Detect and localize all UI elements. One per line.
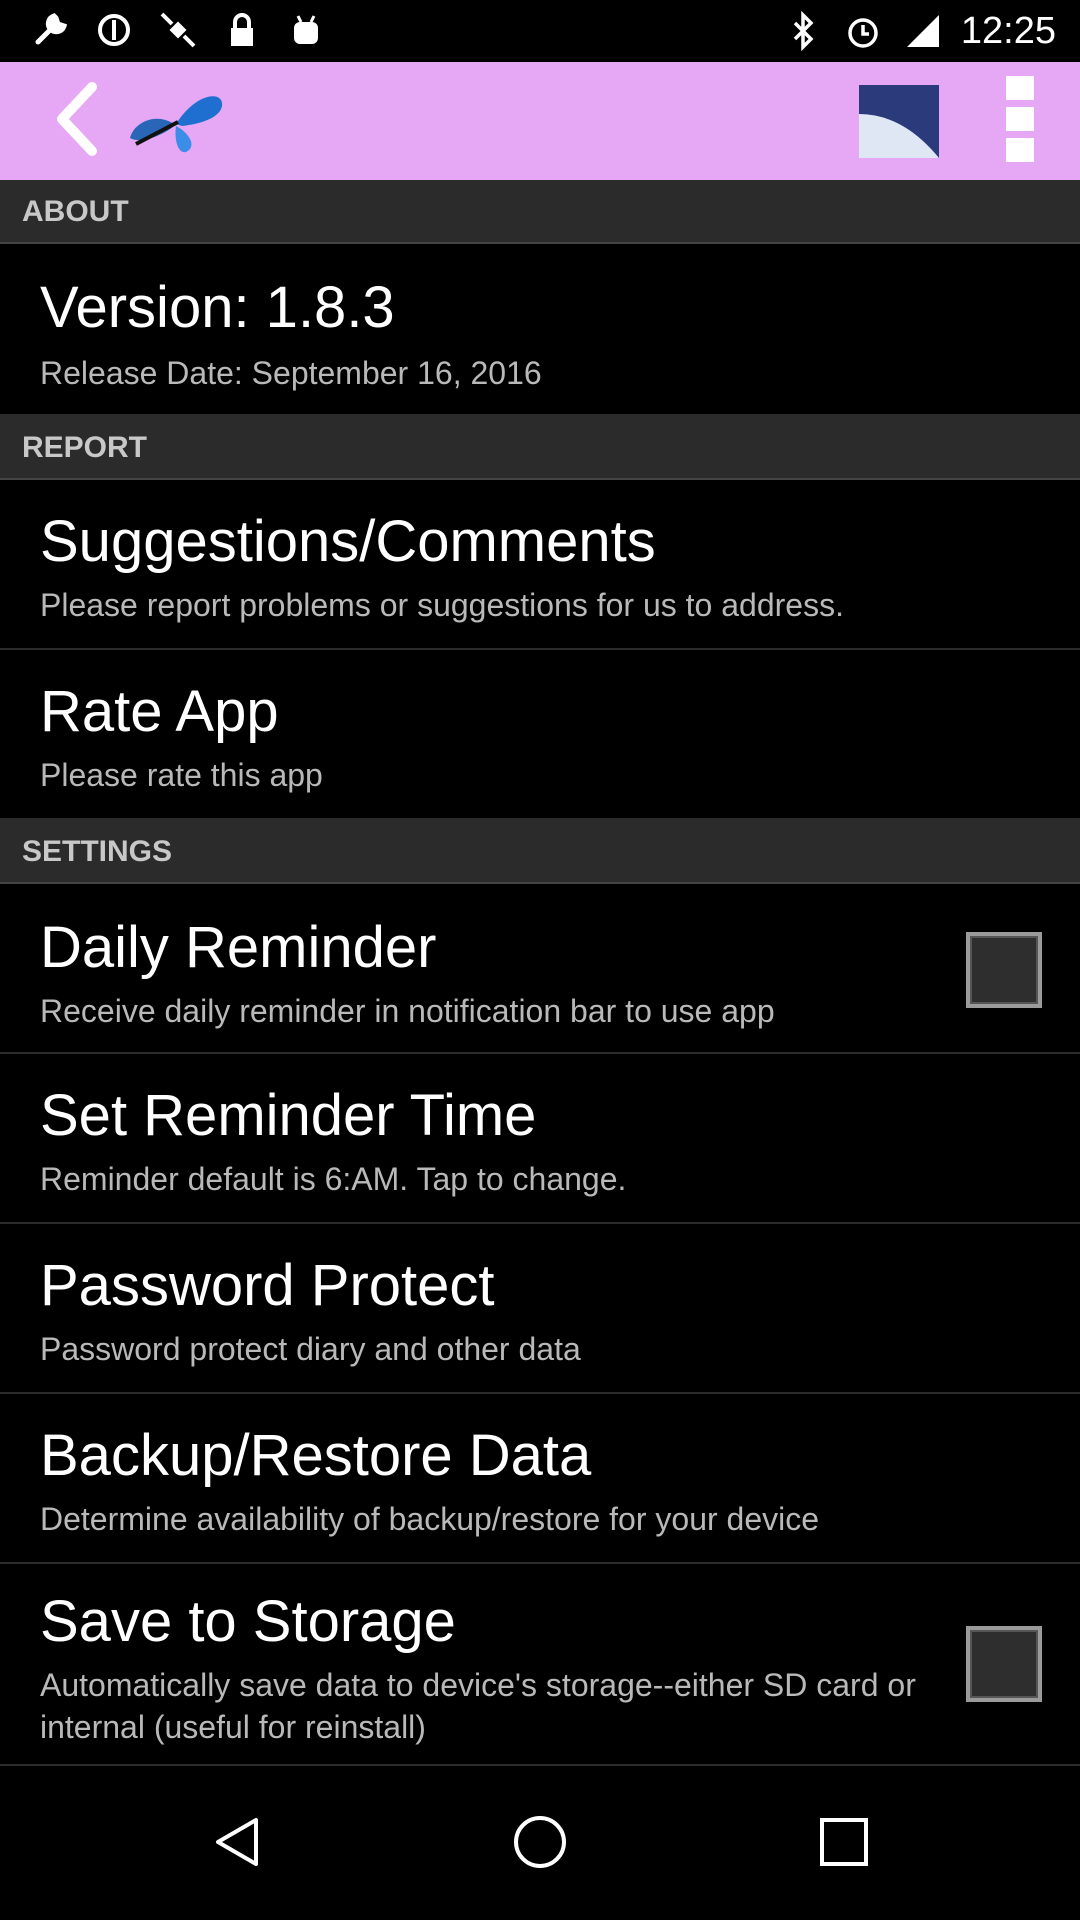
set-reminder-time-item[interactable]: Set Reminder Time Reminder default is 6:…: [0, 1054, 1080, 1224]
daily-reminder-subtitle: Receive daily reminder in notification b…: [40, 993, 775, 1029]
password-protect-item[interactable]: Password Protect Password protect diary …: [0, 1224, 1080, 1394]
bluetooth-icon: [781, 9, 825, 53]
rate-app-item[interactable]: Rate App Please rate this app: [0, 650, 1080, 820]
backup-restore-subtitle: Determine availability of backup/restore…: [40, 1501, 820, 1537]
nav-home-button[interactable]: [492, 1796, 588, 1892]
suggestions-subtitle: Please report problems or suggestions fo…: [40, 587, 844, 623]
daily-reminder-item[interactable]: Daily Reminder Receive daily reminder in…: [0, 884, 1080, 1054]
save-to-storage-title: Save to Storage: [40, 1589, 456, 1654]
password-protect-title: Password Protect: [40, 1253, 495, 1318]
section-header-about: ABOUT: [0, 180, 1080, 244]
password-protect-subtitle: Password protect diary and other data: [40, 1331, 581, 1367]
daily-reminder-title: Daily Reminder: [40, 915, 437, 980]
nav-recents-icon: [814, 1812, 874, 1877]
signal-icon: [901, 9, 945, 53]
save-to-storage-subtitle: Automatically save data to device's stor…: [40, 1667, 916, 1745]
suggestions-title: Suggestions/Comments: [40, 509, 656, 574]
section-header-report: REPORT: [0, 416, 1080, 480]
nav-recents-button[interactable]: [796, 1796, 892, 1892]
back-button[interactable]: [30, 72, 126, 170]
section-header-settings: SETTINGS: [0, 820, 1080, 884]
suggestions-comments-item[interactable]: Suggestions/Comments Please report probl…: [0, 480, 1080, 650]
nav-back-button[interactable]: [190, 1796, 286, 1892]
overflow-menu-button[interactable]: [980, 72, 1060, 170]
rate-app-subtitle: Please rate this app: [40, 757, 323, 793]
nav-home-icon: [510, 1812, 570, 1877]
version-title: Version: 1.8.3: [40, 275, 395, 340]
butterfly-logo-icon: [126, 82, 226, 162]
release-date: Release Date: September 16, 2016: [40, 355, 542, 391]
clock: 12:25: [960, 10, 1056, 52]
lock-icon: [220, 8, 264, 52]
satellite-icon: [156, 8, 200, 52]
version-row: Version: 1.8.3 Release Date: September 1…: [0, 244, 1080, 416]
status-bar: 12:25: [0, 0, 1080, 62]
action-bar: [0, 62, 1080, 180]
alarm-icon: [841, 9, 885, 53]
backup-restore-item[interactable]: Backup/Restore Data Determine availabili…: [0, 1394, 1080, 1564]
set-reminder-time-subtitle: Reminder default is 6:AM. Tap to change.: [40, 1161, 627, 1197]
navigation-bar: [0, 1766, 1080, 1920]
save-to-storage-item[interactable]: Save to Storage Automatically save data …: [0, 1564, 1080, 1766]
rate-app-title: Rate App: [40, 679, 279, 744]
no-sync-icon: [92, 8, 136, 52]
back-arrow-icon: [48, 79, 108, 164]
backup-restore-title: Backup/Restore Data: [40, 1423, 592, 1488]
newsletter-button[interactable]: [850, 72, 956, 170]
nav-back-icon: [208, 1812, 268, 1877]
settings-list: ABOUT Version: 1.8.3 Release Date: Septe…: [0, 180, 1080, 1766]
android-icon: [284, 8, 328, 52]
more-vertical-icon: [1000, 74, 1040, 169]
set-reminder-time-title: Set Reminder Time: [40, 1083, 537, 1148]
daily-reminder-checkbox[interactable]: [966, 932, 1042, 1008]
save-to-storage-checkbox[interactable]: [966, 1626, 1042, 1702]
newsletter-icon: [853, 74, 953, 169]
wrench-icon: [28, 8, 72, 52]
